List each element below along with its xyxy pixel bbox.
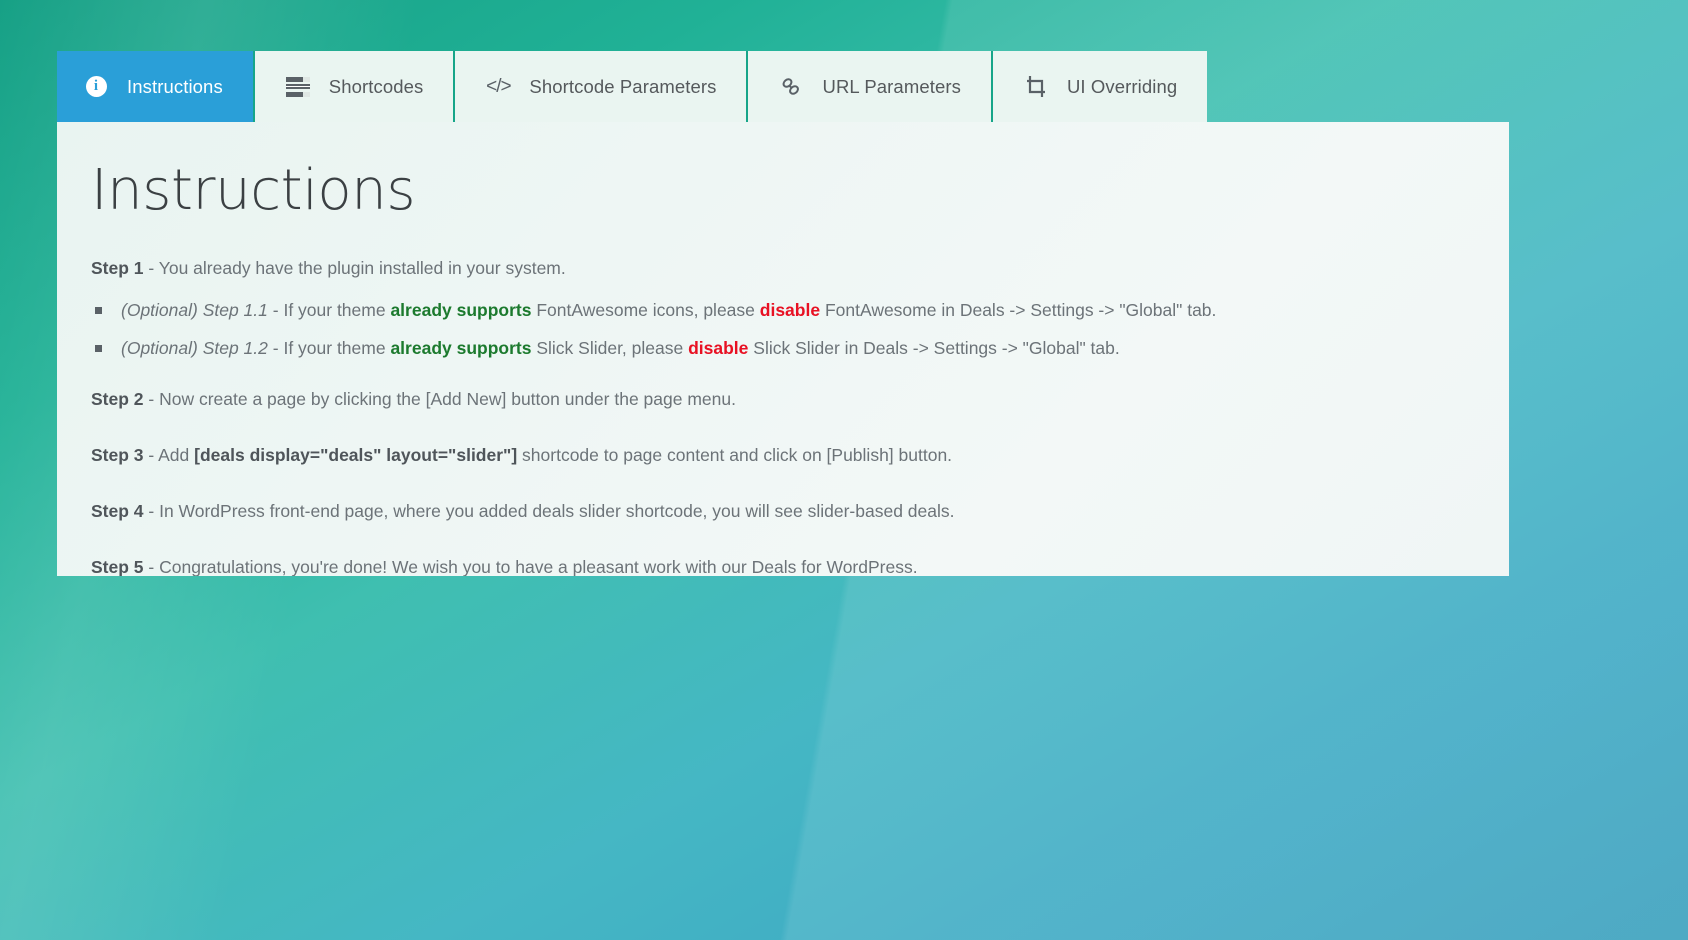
list-bars-icon — [285, 74, 311, 100]
page-background: i Instructions Shortcodes </> Shortcode … — [0, 0, 1688, 940]
info-circle-icon: i — [83, 74, 109, 100]
step-1-1-part2: FontAwesome icons, please — [531, 300, 760, 321]
step-1-1-green: already supports — [390, 300, 532, 321]
tab-ui-overriding-label: UI Overriding — [1066, 75, 1178, 97]
step-1-sub-list: (Optional) Step 1.1 - If your theme alre… — [91, 297, 1475, 362]
step-3-separator: - — [143, 444, 159, 465]
tab-shortcode-parameters[interactable]: </> Shortcode Parameters — [455, 51, 749, 122]
tab-bar: i Instructions Shortcodes </> Shortcode … — [57, 51, 1208, 122]
tab-shortcodes[interactable]: Shortcodes — [254, 51, 456, 122]
tab-instructions-label: Instructions — [127, 75, 223, 97]
step-1-label: Step 1 — [91, 257, 144, 278]
step-5-text: Congratulations, you're done! We wish yo… — [159, 557, 918, 576]
step-4-line: Step 4 - In WordPress front-end page, wh… — [91, 498, 1475, 524]
step-3-suffix: shortcode to page content and click on [… — [517, 444, 953, 465]
tab-url-parameters[interactable]: URL Parameters — [748, 51, 993, 122]
step-1-1-part1: If your theme — [283, 300, 391, 321]
instructions-body: Step 1 - You already have the plugin ins… — [91, 255, 1475, 576]
step-1-2-green: already supports — [390, 338, 532, 359]
step-4-label: Step 4 — [91, 501, 144, 522]
step-1-separator: - — [143, 257, 159, 278]
page-title: Instructions — [91, 158, 416, 223]
step-1-2-red: disable — [688, 338, 749, 359]
step-3-label: Step 3 — [91, 444, 144, 465]
tab-shortcode-parameters-label: Shortcode Parameters — [529, 75, 717, 97]
chain-link-icon — [778, 74, 804, 100]
list-item: (Optional) Step 1.2 - If your theme alre… — [91, 335, 1475, 361]
step-3-line: Step 3 - Add [deals display="deals" layo… — [91, 442, 1475, 468]
step-3-shortcode: [deals display="deals" layout="slider"] — [194, 444, 518, 465]
list-item: (Optional) Step 1.1 - If your theme alre… — [91, 297, 1475, 323]
tab-instructions[interactable]: i Instructions — [57, 51, 255, 122]
step-2-text: Now create a page by clicking the [Add N… — [159, 388, 736, 409]
tab-ui-overriding[interactable]: UI Overriding — [992, 51, 1208, 122]
step-4-separator: - — [143, 501, 160, 522]
tab-url-parameters-label: URL Parameters — [822, 75, 961, 97]
step-4-text: In WordPress front-end page, where you a… — [159, 501, 955, 522]
step-1-2-part3: Slick Slider in Deals -> Settings -> "Gl… — [748, 338, 1120, 359]
step-1-1-red: disable — [759, 300, 821, 321]
code-brackets-icon: </> — [486, 75, 512, 97]
step-1-1-label: (Optional) Step 1.1 — [121, 300, 268, 321]
step-1-line: Step 1 - You already have the plugin ins… — [91, 255, 1475, 281]
step-1-1-part3: FontAwesome in Deals -> Settings -> "Glo… — [820, 300, 1217, 321]
step-1-text: You already have the plugin installed in… — [158, 257, 566, 278]
tab-shortcodes-label: Shortcodes — [328, 75, 424, 97]
step-2-line: Step 2 - Now create a page by clicking t… — [91, 386, 1475, 412]
content-panel: Instructions Step 1 - You already have t… — [57, 122, 1509, 576]
step-5-label: Step 5 — [91, 557, 144, 576]
step-5-line: Step 5 - Congratulations, you're done! W… — [91, 554, 1475, 576]
step-5-separator: - — [143, 557, 160, 576]
step-1-2-separator: - — [267, 338, 284, 359]
step-1-2-part1: If your theme — [283, 338, 391, 359]
crop-icon — [1023, 74, 1049, 100]
step-1-1-separator: - — [267, 300, 284, 321]
step-1-2-label: (Optional) Step 1.2 — [121, 338, 268, 359]
step-2-separator: - — [143, 388, 160, 409]
step-2-label: Step 2 — [91, 388, 144, 409]
step-1-2-part2: Slick Slider, please — [531, 338, 689, 359]
step-3-prefix: Add — [158, 444, 195, 465]
